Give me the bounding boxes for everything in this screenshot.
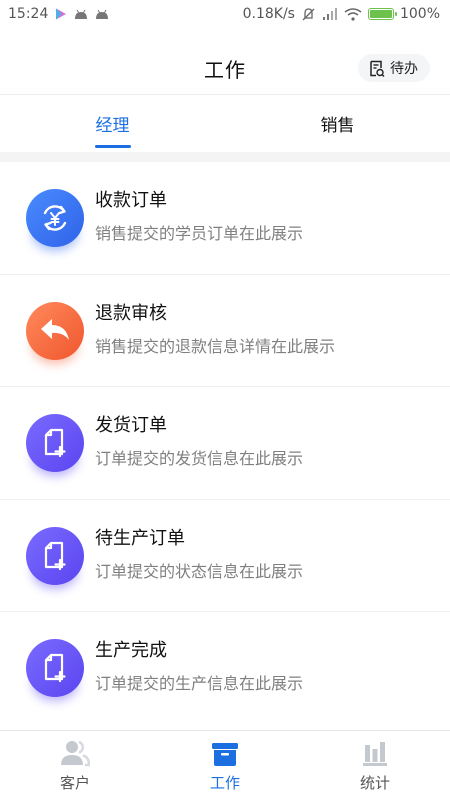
app-header: 工作 待办: [0, 42, 450, 94]
tab-label: 销售: [320, 116, 355, 136]
battery-icon: [367, 8, 397, 20]
tab-active-indicator: [94, 145, 131, 148]
tab-sales[interactable]: 销售: [225, 95, 450, 152]
nav-label: 统计: [359, 773, 390, 792]
nav-item-work[interactable]: 工作: [150, 731, 300, 800]
item-title: 待生产订单: [95, 527, 185, 549]
item-title: 发货订单: [95, 415, 167, 437]
item-description: 销售提交的退款信息详情在此展示: [95, 336, 336, 356]
play-store-icon: [56, 8, 67, 20]
wifi-icon: [344, 7, 362, 21]
item-text: 生产完成 订单提交的生产信息在此展示: [95, 636, 303, 694]
item-title: 生产完成: [95, 640, 167, 662]
briefcase-icon: [212, 742, 238, 766]
nav-label: 客户: [59, 773, 90, 792]
mute-icon: [302, 7, 315, 20]
bottom-nav: 客户 工作 统计: [0, 730, 450, 800]
menu-item-pending-production[interactable]: 待生产订单 订单提交的状态信息在此展示: [0, 500, 450, 612]
role-tabs: 经理 销售: [0, 95, 450, 152]
status-right: 0.18K/s 100%: [243, 6, 440, 22]
battery-fill: [369, 10, 392, 18]
document-add-icon: [44, 541, 66, 570]
item-icon: [26, 414, 84, 477]
item-text: 退款审核 销售提交的退款信息详情在此展示: [95, 299, 335, 357]
menu-item-production-complete[interactable]: 生产完成 订单提交的生产信息在此展示: [0, 612, 450, 725]
item-title: 退款审核: [95, 302, 167, 324]
menu-item-shipping-orders[interactable]: 发货订单 订单提交的发货信息在此展示: [0, 387, 450, 500]
document-add-icon: [44, 429, 66, 458]
tab-manager[interactable]: 经理: [0, 95, 225, 152]
users-icon: [61, 740, 90, 766]
item-description: 订单提交的发货信息在此展示: [95, 449, 304, 469]
return-arrow-icon: [41, 318, 69, 340]
status-time: 15:24: [8, 6, 49, 22]
item-title: 收款订单: [95, 190, 167, 212]
tab-label: 经理: [95, 116, 130, 136]
android-icon: [75, 9, 88, 19]
todo-document-icon: [370, 60, 385, 77]
menu-item-payment-orders[interactable]: 收款订单 销售提交的学员订单在此展示: [0, 162, 450, 275]
item-text: 收款订单 销售提交的学员订单在此展示: [95, 186, 303, 244]
item-description: 订单提交的生产信息在此展示: [95, 674, 304, 694]
item-text: 待生产订单 订单提交的状态信息在此展示: [95, 524, 303, 582]
payment-exchange-icon: [43, 205, 67, 232]
item-icon: [26, 526, 84, 589]
signal-icon: [322, 7, 337, 20]
item-description: 订单提交的状态信息在此展示: [95, 561, 304, 581]
work-menu-list: 收款订单 销售提交的学员订单在此展示 退款审核 销售提交的退款信息详情在此展示: [0, 162, 450, 725]
android-icon: [96, 9, 109, 19]
bar-chart-icon: [363, 741, 387, 766]
network-speed: 0.18K/s: [242, 6, 295, 22]
item-description: 销售提交的学员订单在此展示: [95, 224, 304, 244]
battery-percent: 100%: [399, 6, 440, 22]
document-add-icon: [44, 654, 66, 683]
section-gap: [0, 152, 450, 162]
todo-button[interactable]: 待办: [358, 54, 430, 82]
item-icon: [26, 189, 84, 252]
todo-label: 待办: [390, 61, 418, 77]
item-icon: [26, 301, 84, 364]
app-screen: 15:24 0.18K/s 100% 工作 待办 经理 销售 收款订单 销售提交…: [0, 0, 450, 800]
nav-label: 工作: [209, 773, 240, 792]
item-icon: [26, 639, 84, 702]
menu-item-refund-review[interactable]: 退款审核 销售提交的退款信息详情在此展示: [0, 275, 450, 387]
status-left: 15:24: [8, 6, 109, 22]
nav-item-customers[interactable]: 客户: [0, 731, 150, 800]
nav-item-statistics[interactable]: 统计: [300, 731, 450, 800]
status-bar: 15:24 0.18K/s 100%: [0, 0, 450, 28]
item-text: 发货订单 订单提交的发货信息在此展示: [95, 411, 303, 469]
page-title: 工作: [204, 57, 246, 82]
